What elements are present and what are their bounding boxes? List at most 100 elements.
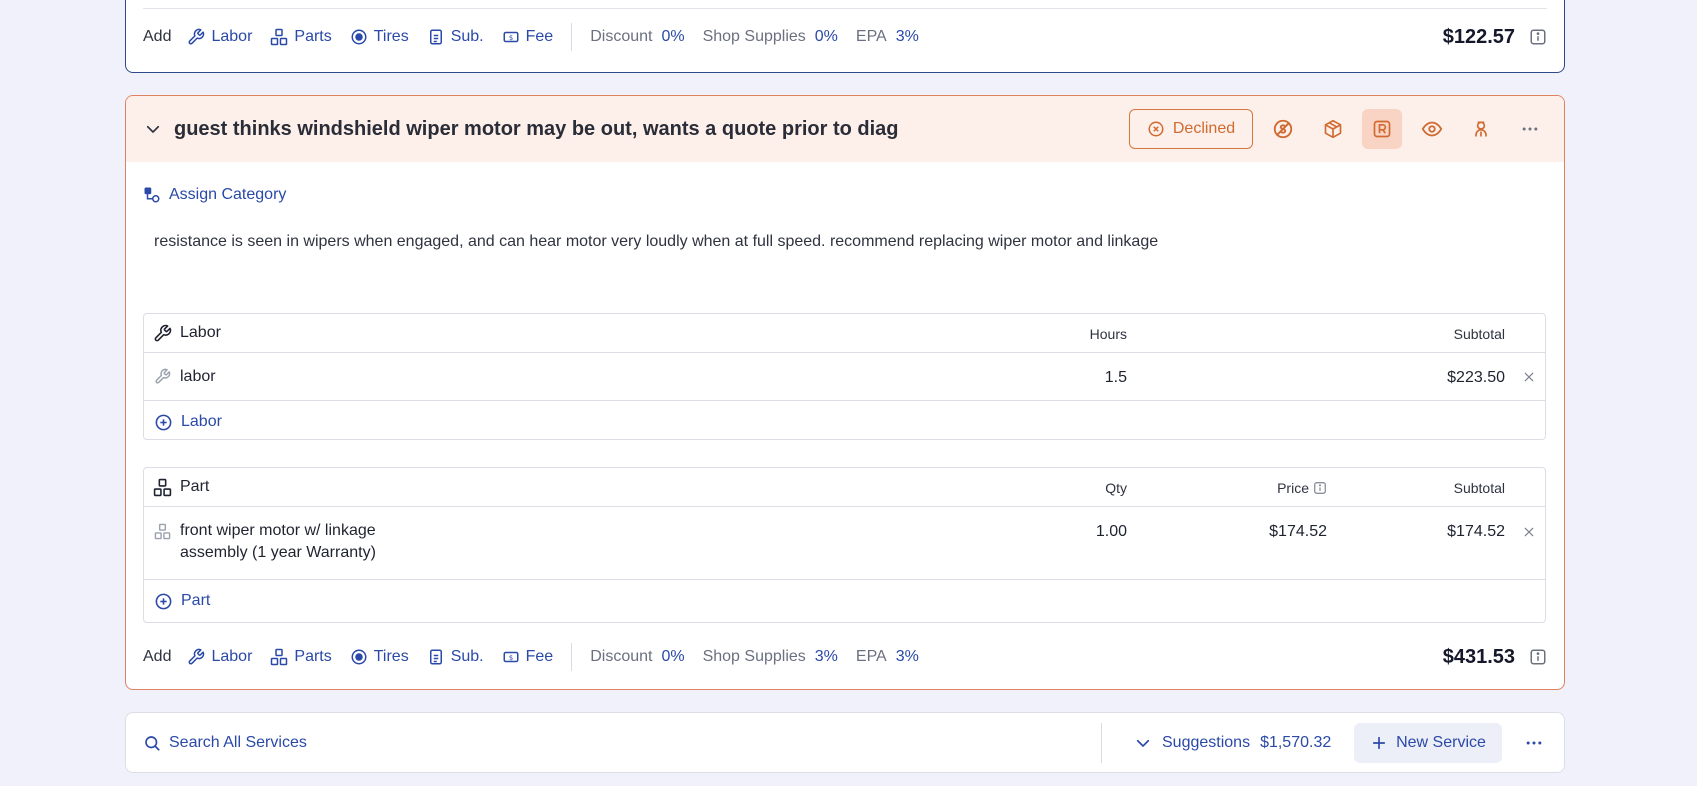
suggestions-toggle[interactable]: Suggestions $1,570.32 <box>1134 713 1331 772</box>
more-options-button[interactable] <box>1516 723 1552 763</box>
add-parts-button[interactable]: Parts <box>270 28 332 46</box>
part-table-header: Part Qty Price Subtotal <box>144 468 1545 507</box>
service-description[interactable]: resistance is seen in wipers when engage… <box>154 233 1158 251</box>
fee-icon: $ <box>503 651 519 663</box>
search-all-services-label: Search All Services <box>169 733 307 751</box>
labor-hours[interactable]: 1.5 <box>1105 369 1127 387</box>
wrench-icon <box>188 648 205 665</box>
labor-table: Labor Hours Subtotal labor 1.5 $223.50 L… <box>143 313 1546 440</box>
add-labor-link[interactable]: Labor <box>181 413 222 431</box>
add-tires-button[interactable]: Tires <box>350 28 409 46</box>
chevron-down-icon[interactable] <box>144 120 162 138</box>
visibility-button[interactable] <box>1412 109 1452 149</box>
epa-value[interactable]: 3% <box>896 648 919 666</box>
status-declined-button[interactable]: Declined <box>1129 109 1253 149</box>
part-qty[interactable]: 1.00 <box>1096 523 1127 541</box>
add-tires-label: Tires <box>373 648 409 665</box>
add-parts-label: Parts <box>294 28 332 45</box>
no-dollar-icon <box>1273 119 1293 139</box>
shop-supplies-value[interactable]: 0% <box>815 28 838 46</box>
divider <box>143 8 1547 9</box>
service-header: guest thinks windshield wiper motor may … <box>126 96 1564 162</box>
add-toolbar: Add Labor Parts Tires Sub. $ Fee Discoun… <box>143 17 1547 57</box>
r-badge-icon <box>1373 120 1391 138</box>
more-horizontal-icon <box>1526 741 1542 745</box>
parts-icon <box>271 648 288 666</box>
part-name-line2[interactable]: assembly (1 year Warranty) <box>180 544 376 562</box>
technician-button[interactable] <box>1461 109 1501 149</box>
part-table-title: Part <box>180 478 210 495</box>
labor-name[interactable]: labor <box>180 368 216 386</box>
discount-value[interactable]: 0% <box>661 28 684 46</box>
wrench-icon <box>188 28 205 45</box>
add-label: Add <box>143 648 172 665</box>
suggestions-label: Suggestions <box>1162 733 1251 751</box>
toolbar-divider <box>571 23 573 51</box>
status-label: Declined <box>1172 120 1236 137</box>
discount-value[interactable]: 0% <box>661 648 684 666</box>
add-sublet-button[interactable]: Sub. <box>427 28 484 46</box>
wrench-icon <box>154 324 172 342</box>
service-total: $431.53 <box>1442 645 1515 668</box>
parts-icon <box>153 478 172 497</box>
part-price[interactable]: $174.52 <box>1269 523 1327 541</box>
package-button[interactable] <box>1313 109 1353 149</box>
hide-price-button[interactable] <box>1263 109 1303 149</box>
add-toolbar: Add Labor Parts Tires Sub. $ Fee Discoun… <box>143 637 1547 677</box>
plus-circle-icon <box>155 414 172 431</box>
discount-label: Discount <box>590 28 653 45</box>
service-title[interactable]: guest thinks windshield wiper motor may … <box>174 118 899 141</box>
toolbar-divider <box>571 643 573 671</box>
add-labor-row[interactable]: Labor <box>144 401 1545 439</box>
add-labor-button[interactable]: Labor <box>187 648 252 666</box>
add-fee-button[interactable]: $ Fee <box>502 648 554 666</box>
labor-row[interactable]: labor 1.5 $223.50 <box>144 353 1545 401</box>
new-service-label: New Service <box>1396 734 1486 751</box>
add-labor-label: Labor <box>211 648 253 665</box>
epa-label: EPA <box>855 648 887 665</box>
shop-supplies-value[interactable]: 3% <box>815 648 838 666</box>
add-parts-button[interactable]: Parts <box>270 648 332 666</box>
add-part-link[interactable]: Part <box>181 592 210 610</box>
add-fee-label: Fee <box>525 28 554 45</box>
epa-label: EPA <box>855 28 887 45</box>
add-parts-label: Parts <box>294 648 332 665</box>
add-part-row[interactable]: Part <box>144 580 1545 622</box>
info-icon[interactable] <box>1529 28 1547 46</box>
parts-icon <box>154 523 171 540</box>
add-tires-button[interactable]: Tires <box>350 648 409 666</box>
shop-supplies-label: Shop Supplies <box>702 648 806 665</box>
add-fee-label: Fee <box>525 648 554 665</box>
labor-subtotal: $223.50 <box>1447 369 1505 386</box>
search-all-services-button[interactable]: Search All Services <box>143 713 307 772</box>
price-column-header: Price <box>1277 480 1327 496</box>
assign-category-label: Assign Category <box>169 186 287 203</box>
info-icon[interactable] <box>1313 481 1327 495</box>
document-icon <box>429 649 442 665</box>
search-icon <box>145 735 160 751</box>
part-row[interactable]: front wiper motor w/ linkage assembly (1… <box>144 507 1545 580</box>
eye-icon <box>1421 121 1443 137</box>
shop-supplies-label: Shop Supplies <box>702 28 806 45</box>
subtotal-column-header: Subtotal <box>1453 480 1505 496</box>
suggestions-amount: $1,570.32 <box>1260 733 1332 751</box>
assign-category-button[interactable]: Assign Category <box>143 186 286 204</box>
subtotal-column-header: Subtotal <box>1453 326 1505 342</box>
close-icon[interactable] <box>1522 525 1536 539</box>
add-fee-button[interactable]: $ Fee <box>502 28 554 46</box>
close-icon[interactable] <box>1522 370 1536 384</box>
tire-icon <box>351 649 367 665</box>
more-options-button[interactable] <box>1510 109 1550 149</box>
add-sublet-button[interactable]: Sub. <box>427 648 484 666</box>
info-icon[interactable] <box>1529 648 1547 666</box>
recommended-button[interactable] <box>1362 109 1402 149</box>
tire-icon <box>351 29 367 45</box>
add-label: Add <box>143 28 172 45</box>
epa-value[interactable]: 3% <box>896 28 919 46</box>
part-name-line1[interactable]: front wiper motor w/ linkage <box>180 522 376 540</box>
chevron-down-icon <box>1136 739 1150 747</box>
new-service-button[interactable]: New Service <box>1354 723 1502 763</box>
service-total: $122.57 <box>1442 25 1515 48</box>
add-labor-label: Labor <box>211 28 253 45</box>
add-labor-button[interactable]: Labor <box>187 28 252 46</box>
